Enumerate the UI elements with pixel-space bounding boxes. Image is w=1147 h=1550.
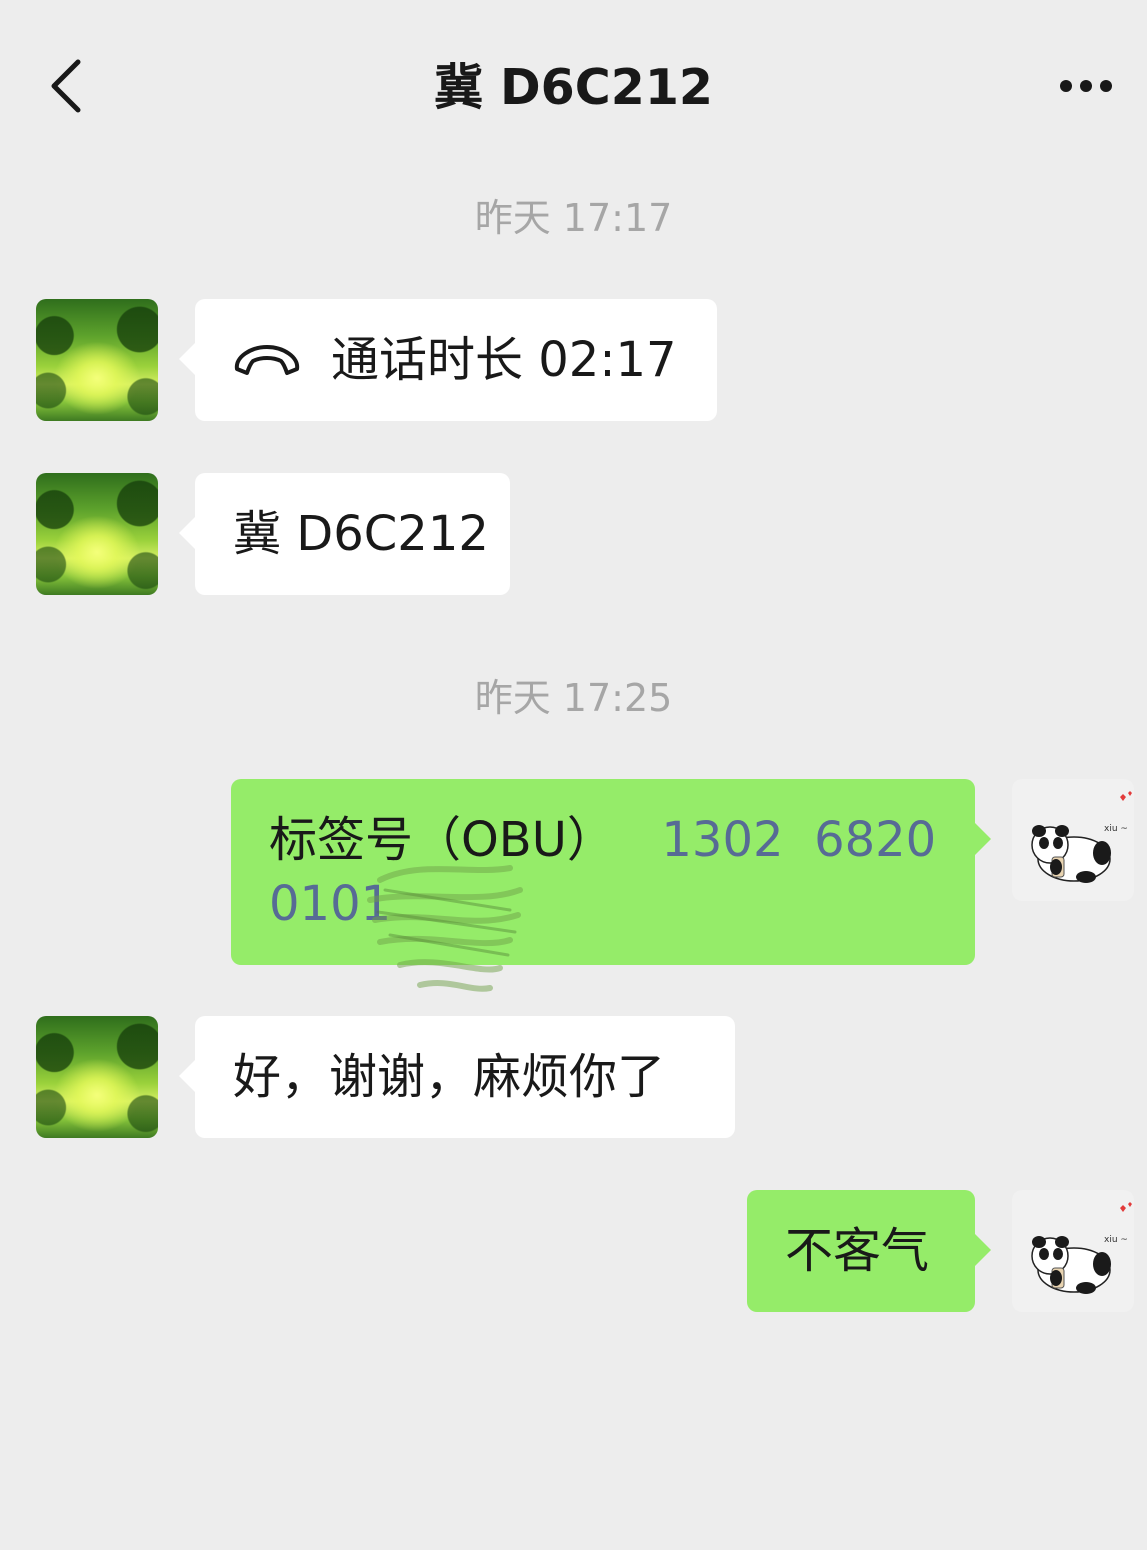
self-avatar[interactable]: xiu ~ <box>1012 779 1134 901</box>
redaction-scribble <box>367 865 523 992</box>
timestamp: 昨天 17:25 <box>474 676 673 720</box>
contact-avatar[interactable] <box>36 1016 158 1138</box>
panda-sticker-icon: xiu ~ <box>1031 791 1132 883</box>
timestamp: 昨天 17:17 <box>474 196 673 240</box>
phone-hangup-icon <box>234 345 300 375</box>
self-avatar[interactable]: xiu ~ <box>1012 1190 1134 1312</box>
message-text: 好，谢谢，麻烦你了 <box>233 1049 666 1105</box>
obu-number-link[interactable]: 1302 6820 <box>661 812 936 868</box>
message-bubble[interactable]: 冀 D6C212 <box>179 473 510 595</box>
chat-title: 冀 D6C212 <box>433 59 714 116</box>
panda-sticker-icon: xiu ~ <box>1031 1202 1132 1294</box>
call-duration-text: 通话时长 02:17 <box>331 332 677 388</box>
sticker-caption: xiu ~ <box>1104 824 1128 834</box>
sticker-caption: xiu ~ <box>1104 1235 1128 1245</box>
contact-avatar[interactable] <box>36 299 158 421</box>
message-bubble[interactable]: 好，谢谢，麻烦你了 <box>179 1016 735 1138</box>
nav-bar: 冀 D6C212 <box>0 0 1147 175</box>
ellipsis-icon[interactable] <box>1056 80 1116 94</box>
message-text: 冀 D6C212 <box>233 506 489 562</box>
message-text: 不客气 <box>785 1223 930 1279</box>
call-record-bubble[interactable]: 通话时长 02:17 <box>179 299 717 421</box>
message-bubble[interactable]: 标签号（OBU） 1302 6820 0101 <box>231 779 991 965</box>
message-bubble[interactable]: 不客气 <box>747 1190 991 1312</box>
contact-avatar[interactable] <box>36 473 158 595</box>
